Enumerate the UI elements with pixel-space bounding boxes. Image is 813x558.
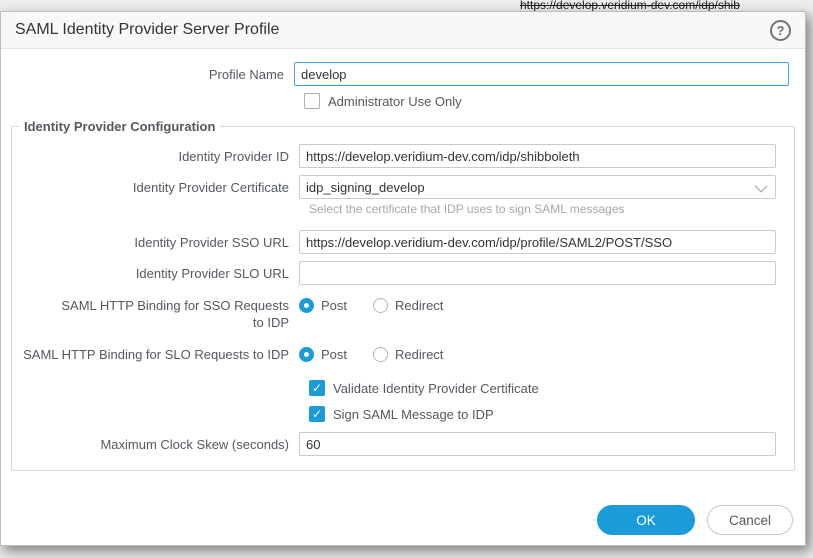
idp-sso-url-label: Identity Provider SSO URL bbox=[12, 234, 299, 251]
sign-saml-row: Sign SAML Message to IDP bbox=[309, 406, 776, 422]
idp-id-label: Identity Provider ID bbox=[12, 148, 299, 165]
slo-binding-radio-group: Post Redirect bbox=[299, 347, 443, 362]
cancel-button[interactable]: Cancel bbox=[707, 505, 793, 535]
sso-binding-post-radio[interactable] bbox=[299, 298, 314, 313]
idp-slo-url-row: Identity Provider SLO URL bbox=[12, 261, 776, 285]
sso-binding-row: SAML HTTP Binding for SSO Requests to ID… bbox=[12, 297, 776, 331]
section-legend: Identity Provider Configuration bbox=[19, 119, 220, 134]
administrator-use-only-label[interactable]: Administrator Use Only bbox=[328, 94, 462, 109]
ok-button[interactable]: OK bbox=[597, 505, 695, 535]
sso-binding-post-label[interactable]: Post bbox=[321, 298, 347, 313]
idp-slo-url-input[interactable] bbox=[299, 261, 776, 285]
idp-certificate-row: Identity Provider Certificate idp_signin… bbox=[12, 175, 776, 199]
idp-id-row: Identity Provider ID bbox=[12, 144, 776, 168]
help-icon[interactable]: ? bbox=[770, 20, 791, 41]
identity-provider-configuration-section: Identity Provider Configuration Identity… bbox=[11, 119, 795, 471]
validate-certificate-label[interactable]: Validate Identity Provider Certificate bbox=[333, 381, 539, 396]
dialog-footer: OK Cancel bbox=[597, 505, 793, 535]
sso-binding-option-post: Post bbox=[299, 298, 347, 313]
idp-certificate-selected-value: idp_signing_develop bbox=[306, 180, 425, 195]
dialog-title: SAML Identity Provider Server Profile bbox=[15, 21, 279, 39]
clock-skew-input[interactable] bbox=[299, 432, 776, 456]
profile-name-input[interactable] bbox=[294, 62, 789, 86]
idp-certificate-label: Identity Provider Certificate bbox=[12, 179, 299, 196]
idp-id-input[interactable] bbox=[299, 144, 776, 168]
profile-name-row: Profile Name bbox=[1, 62, 789, 86]
sign-saml-checkbox[interactable] bbox=[309, 406, 325, 422]
dialog-body: Profile Name Administrator Use Only Iden… bbox=[1, 49, 805, 546]
slo-binding-redirect-label[interactable]: Redirect bbox=[395, 347, 443, 362]
clock-skew-row: Maximum Clock Skew (seconds) bbox=[12, 432, 776, 456]
saml-idp-server-profile-dialog: SAML Identity Provider Server Profile ? … bbox=[0, 11, 806, 546]
administrator-use-only-checkbox[interactable] bbox=[304, 93, 320, 109]
admin-only-row: Administrator Use Only bbox=[304, 93, 789, 109]
slo-binding-post-label[interactable]: Post bbox=[321, 347, 347, 362]
profile-name-label: Profile Name bbox=[1, 66, 294, 83]
slo-binding-post-radio[interactable] bbox=[299, 347, 314, 362]
idp-certificate-select[interactable]: idp_signing_develop bbox=[299, 175, 776, 199]
background-page: https://develop.veridium-dev.com/idp/shi… bbox=[0, 0, 813, 558]
slo-binding-option-post: Post bbox=[299, 347, 347, 362]
idp-sso-url-row: Identity Provider SSO URL bbox=[12, 230, 776, 254]
idp-sso-url-input[interactable] bbox=[299, 230, 776, 254]
chevron-down-icon bbox=[755, 179, 768, 192]
sso-binding-label: SAML HTTP Binding for SSO Requests to ID… bbox=[12, 297, 299, 331]
sso-binding-redirect-label[interactable]: Redirect bbox=[395, 298, 443, 313]
validate-certificate-row: Validate Identity Provider Certificate bbox=[309, 380, 776, 396]
validate-certificate-checkbox[interactable] bbox=[309, 380, 325, 396]
dialog-header: SAML Identity Provider Server Profile ? bbox=[1, 12, 805, 49]
sso-binding-option-redirect: Redirect bbox=[373, 298, 443, 313]
idp-certificate-helper-text: Select the certificate that IDP uses to … bbox=[309, 202, 790, 216]
slo-binding-label: SAML HTTP Binding for SLO Requests to ID… bbox=[12, 346, 299, 363]
sso-binding-redirect-radio[interactable] bbox=[373, 298, 388, 313]
slo-binding-option-redirect: Redirect bbox=[373, 347, 443, 362]
slo-binding-row: SAML HTTP Binding for SLO Requests to ID… bbox=[12, 346, 776, 363]
slo-binding-redirect-radio[interactable] bbox=[373, 347, 388, 362]
sso-binding-radio-group: Post Redirect bbox=[299, 298, 443, 313]
sign-saml-label[interactable]: Sign SAML Message to IDP bbox=[333, 407, 494, 422]
clock-skew-label: Maximum Clock Skew (seconds) bbox=[12, 436, 299, 453]
idp-slo-url-label: Identity Provider SLO URL bbox=[12, 265, 299, 282]
